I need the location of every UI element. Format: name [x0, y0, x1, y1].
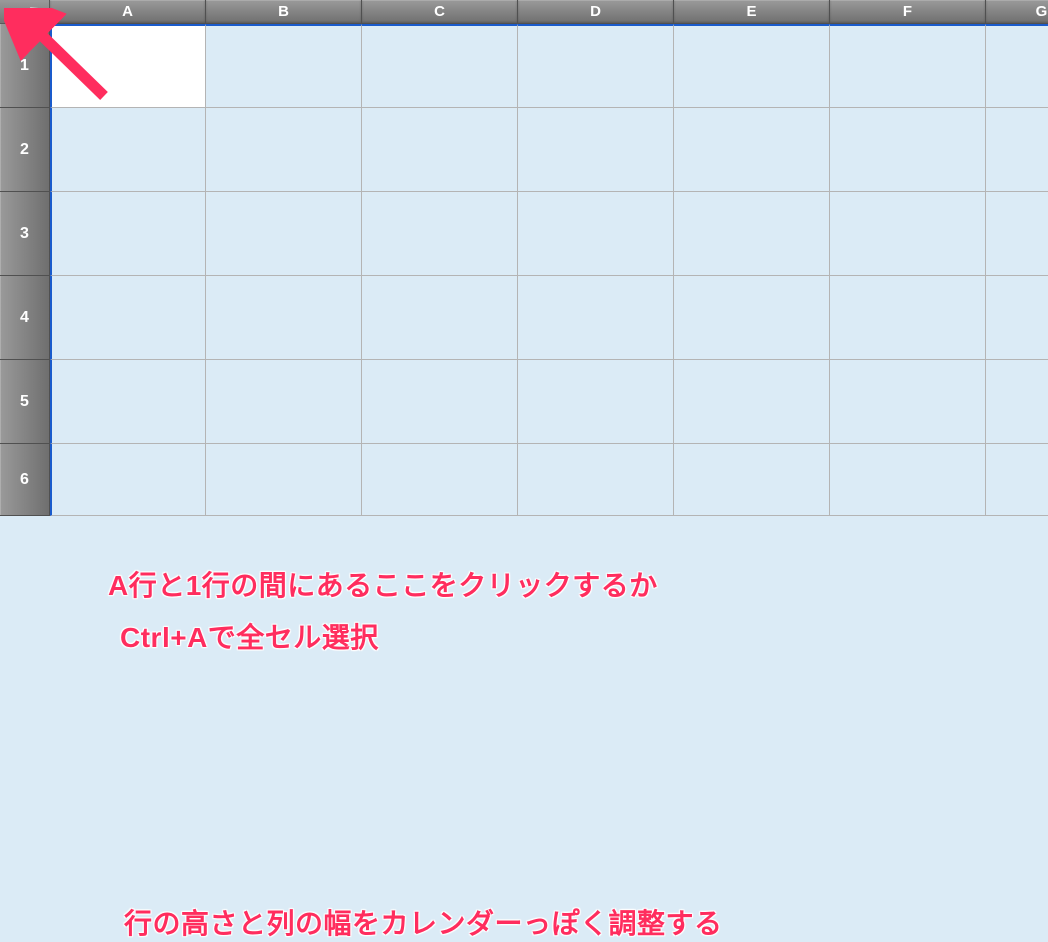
cell-G4[interactable]: [986, 276, 1048, 360]
cell-G6[interactable]: [986, 444, 1048, 516]
cell-B1[interactable]: [206, 24, 362, 108]
cell-E2[interactable]: [674, 108, 830, 192]
select-all-corner[interactable]: [0, 0, 50, 24]
cell-F6[interactable]: [830, 444, 986, 516]
col-header-C[interactable]: C: [362, 0, 518, 24]
cell-F3[interactable]: [830, 192, 986, 276]
cell-F4[interactable]: [830, 276, 986, 360]
row-header-1[interactable]: 1: [0, 24, 50, 108]
cell-F2[interactable]: [830, 108, 986, 192]
cell-B2[interactable]: [206, 108, 362, 192]
col-header-E[interactable]: E: [674, 0, 830, 24]
cell-D6[interactable]: [518, 444, 674, 516]
col-header-A[interactable]: A: [50, 0, 206, 24]
cell-A6[interactable]: [50, 444, 206, 516]
cell-D2[interactable]: [518, 108, 674, 192]
cell-E5[interactable]: [674, 360, 830, 444]
corner-triangle-icon: [23, 1, 43, 19]
cell-D5[interactable]: [518, 360, 674, 444]
cell-E4[interactable]: [674, 276, 830, 360]
cell-G2[interactable]: [986, 108, 1048, 192]
row-header-2[interactable]: 2: [0, 108, 50, 192]
cell-A2[interactable]: [50, 108, 206, 192]
col-header-B[interactable]: B: [206, 0, 362, 24]
annotation-line-3: 行の高さと列の幅をカレンダーっぽく調整する: [124, 902, 723, 942]
cell-C3[interactable]: [362, 192, 518, 276]
cell-C5[interactable]: [362, 360, 518, 444]
cell-D4[interactable]: [518, 276, 674, 360]
cell-C6[interactable]: [362, 444, 518, 516]
cell-A4[interactable]: [50, 276, 206, 360]
cell-A1[interactable]: [50, 24, 206, 108]
row-header-4[interactable]: 4: [0, 276, 50, 360]
cell-E6[interactable]: [674, 444, 830, 516]
cell-G1[interactable]: [986, 24, 1048, 108]
cell-B4[interactable]: [206, 276, 362, 360]
cell-F5[interactable]: [830, 360, 986, 444]
cell-F1[interactable]: [830, 24, 986, 108]
cell-D1[interactable]: [518, 24, 674, 108]
row-header-5[interactable]: 5: [0, 360, 50, 444]
cell-D3[interactable]: [518, 192, 674, 276]
cell-A5[interactable]: [50, 360, 206, 444]
cell-A3[interactable]: [50, 192, 206, 276]
spreadsheet-grid: A B C D E F G 1 2 3 4 5 6: [0, 0, 1048, 516]
cell-C4[interactable]: [362, 276, 518, 360]
cell-E1[interactable]: [674, 24, 830, 108]
cell-C1[interactable]: [362, 24, 518, 108]
cell-C2[interactable]: [362, 108, 518, 192]
cell-G5[interactable]: [986, 360, 1048, 444]
col-header-F[interactable]: F: [830, 0, 986, 24]
cell-G3[interactable]: [986, 192, 1048, 276]
row-header-3[interactable]: 3: [0, 192, 50, 276]
annotation-line-2: Ctrl+Aで全セル選択: [120, 616, 379, 656]
annotation-line-1: A行と1行の間にあるここをクリックするか: [108, 564, 658, 604]
cell-B3[interactable]: [206, 192, 362, 276]
row-header-6[interactable]: 6: [0, 444, 50, 516]
col-header-G[interactable]: G: [986, 0, 1048, 24]
cell-B6[interactable]: [206, 444, 362, 516]
col-header-D[interactable]: D: [518, 0, 674, 24]
cell-E3[interactable]: [674, 192, 830, 276]
cell-B5[interactable]: [206, 360, 362, 444]
